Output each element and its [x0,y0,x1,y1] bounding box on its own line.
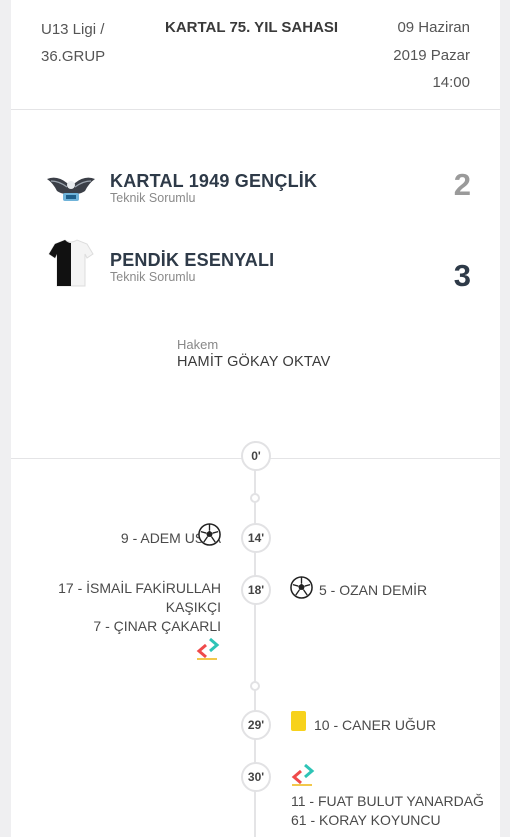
home-team-row[interactable]: KARTAL 1949 GENÇLİK Teknik Sorumlu 2 [11,167,500,229]
away-team-name: PENDİK ESENYALI [110,250,275,270]
home-team-score: 2 [453,167,471,202]
referee-label: Hakem [177,337,219,352]
soccer-ball-icon [198,523,221,546]
date-year-weekday: 2019 Pazar [393,46,470,64]
home-team-coach-label: Teknik Sorumlu [110,191,196,205]
date-day: 09 Haziran [397,19,470,36]
event-substitution-30[interactable]: 11 - FUAT BULUT YANARDAĞ 61 - KORAY KOYU… [291,792,484,830]
substitution-arrows-icon [196,637,220,660]
minute-marker-14: 14' [241,523,271,553]
home-team-name: KARTAL 1949 GENÇLİK [110,171,318,191]
minute-marker-29: 29' [241,710,271,740]
yellow-card-icon [291,711,306,731]
league-name: U13 Ligi / [41,21,105,38]
away-team-coach-label: Teknik Sorumlu [110,270,196,284]
league-info[interactable]: U13 Ligi / 36.GRUP [41,16,105,70]
sub-player-in: 61 - KORAY KOYUNCU [291,812,441,828]
minute-marker-30: 30' [241,762,271,792]
match-card: U13 Ligi / 36.GRUP KARTAL 75. YIL SAHASI… [11,0,500,837]
soccer-ball-icon [290,576,313,599]
group-name: 36.GRUP [41,48,106,65]
sub-player-out: 17 - İSMAİL FAKİRULLAH [58,580,221,596]
sub-player-in: 7 - ÇINAR ÇAKARLI [93,618,221,634]
timeline-dot [250,681,260,691]
match-header: U13 Ligi / 36.GRUP KARTAL 75. YIL SAHASI… [11,0,500,110]
referee-name: HAMİT GÖKAY OKTAV [177,354,331,370]
event-yellow-card-29[interactable]: 10 - CANER UĞUR [314,716,436,735]
event-player: 5 - OZAN DEMİR [319,582,428,598]
event-substitution-18[interactable]: 17 - İSMAİL FAKİRULLAH KAŞIKÇI 7 - ÇINAR… [58,579,221,636]
substitution-arrows-icon [291,763,315,786]
timeline-dot [250,493,260,503]
away-team-jersey-icon [45,238,97,290]
sub-player-out-surname: KAŞIKÇI [165,599,221,615]
sub-player-out: 11 - FUAT BULUT YANARDAĞ [291,793,484,809]
minute-marker-18: 18' [241,575,271,605]
venue-name: KARTAL 75. YIL SAHASI [165,19,339,36]
away-team-score: 3 [453,258,471,293]
away-team-row[interactable]: PENDİK ESENYALI Teknik Sorumlu 3 [11,239,500,308]
event-player: 10 - CANER UĞUR [314,717,437,733]
minute-marker-0: 0' [241,441,271,471]
event-goal-18[interactable]: 5 - OZAN DEMİR [319,581,427,600]
match-time: 14:00 [432,74,470,91]
home-team-logo-icon [45,169,97,221]
match-datetime: 09 Haziran 2019 Pazar 14:00 [393,14,470,97]
